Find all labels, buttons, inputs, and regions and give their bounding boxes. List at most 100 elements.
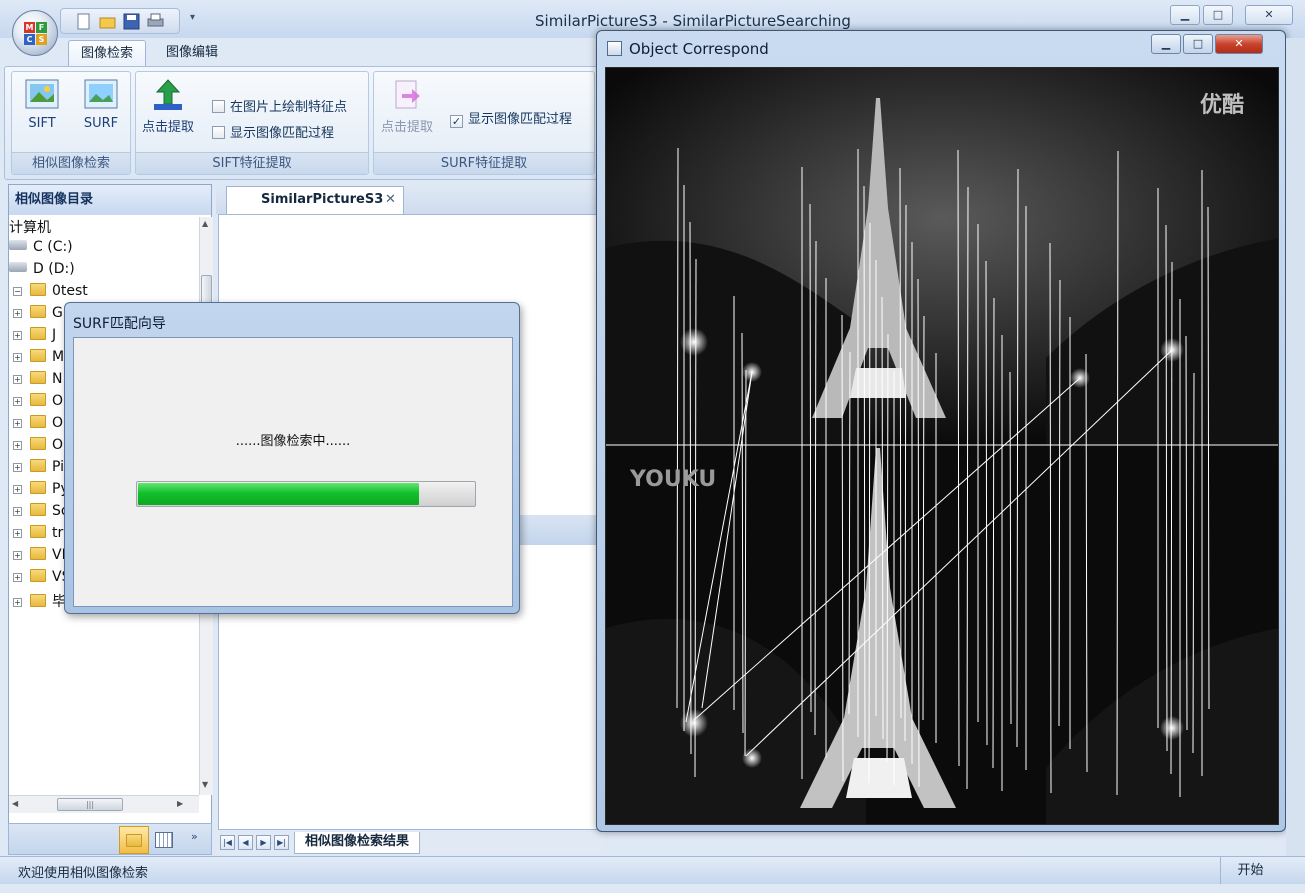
folder-icon <box>30 547 46 560</box>
status-text: 欢迎使用相似图像检索 <box>18 866 149 881</box>
folder-icon <box>30 305 46 318</box>
expand-toggle-icon[interactable]: + <box>13 463 22 472</box>
tree-item[interactable]: + O <box>13 393 63 409</box>
background-window-edge <box>1286 38 1305 856</box>
expand-toggle-icon[interactable]: + <box>13 441 22 450</box>
folder-icon <box>126 834 142 847</box>
surf-button[interactable]: SURF <box>76 78 126 131</box>
tree-item-label: D (D:) <box>33 261 75 277</box>
ribbon-panel: SIFT SURF 相似图像检索 点击提取 在图片上绘制特征点 显示图像匹配过程… <box>4 66 602 180</box>
surf-show-match-checkbox[interactable]: ✓ 显示图像匹配过程 <box>450 108 572 128</box>
tree-item[interactable]: + O <box>13 415 63 431</box>
sift-show-match-checkbox[interactable]: 显示图像匹配过程 <box>212 122 334 141</box>
expand-toggle-icon[interactable]: + <box>13 375 22 384</box>
last-page-icon[interactable]: ▶| <box>274 835 289 850</box>
more-icon[interactable]: » <box>191 830 198 843</box>
expand-toggle-icon[interactable]: + <box>13 551 22 560</box>
expand-toggle-icon[interactable]: + <box>13 353 22 362</box>
surf-button-label: SURF <box>83 116 119 131</box>
expand-toggle-icon[interactable]: + <box>13 309 22 318</box>
new-file-icon[interactable] <box>75 13 92 30</box>
start-button[interactable]: 开始 <box>1220 857 1280 884</box>
export-icon <box>390 78 424 112</box>
oc-close-button[interactable]: ✕ <box>1215 34 1263 54</box>
tree-item[interactable]: C (C:) <box>9 239 73 255</box>
folder-icon <box>30 371 46 384</box>
open-folder-icon[interactable] <box>99 13 116 30</box>
drive-icon <box>9 240 27 250</box>
object-correspond-window: Object Correspond ▁ □ ✕ 优酷 YOUKU <box>596 30 1286 832</box>
expand-toggle-icon[interactable]: + <box>13 573 22 582</box>
tree-item[interactable]: − 0test <box>13 283 88 299</box>
expand-toggle-icon[interactable]: + <box>13 331 22 340</box>
tab-image-edit[interactable]: 图像编辑 <box>154 40 230 68</box>
results-tab[interactable]: 相似图像检索结果 <box>294 832 421 854</box>
document-tab[interactable]: SimilarPictureS3 ✕ <box>226 186 404 214</box>
surf-extract-button[interactable]: 点击提取 <box>376 78 438 135</box>
scroll-down-icon[interactable]: ▼ <box>202 780 208 789</box>
sift-extract-button[interactable]: 点击提取 <box>138 78 198 135</box>
scroll-right-icon[interactable]: ▶ <box>177 799 183 808</box>
scroll-up-icon[interactable]: ▲ <box>202 219 208 228</box>
tree-item-label: 0test <box>52 283 88 299</box>
next-page-icon[interactable]: ▶ <box>256 835 271 850</box>
folder-view-button[interactable] <box>119 826 149 854</box>
checkbox-box[interactable] <box>212 126 225 139</box>
hscroll-thumb[interactable]: ||| <box>57 798 123 811</box>
image-search-icon <box>25 78 59 112</box>
tree-item[interactable]: + M <box>13 349 64 365</box>
group-surf: 点击提取 ✓ 显示图像匹配过程 SURF特征提取 <box>373 71 595 175</box>
expand-toggle-icon[interactable]: + <box>13 397 22 406</box>
tab-image-search[interactable]: 图像检索 <box>68 40 147 68</box>
calendar-icon[interactable] <box>155 832 173 848</box>
scroll-left-icon[interactable]: ◀ <box>12 799 18 808</box>
group-label-surf: SURF特征提取 <box>374 152 594 174</box>
object-window-title: Object Correspond <box>629 40 769 58</box>
expand-toggle-icon[interactable]: + <box>13 485 22 494</box>
dialog-body: ......图像检索中...... <box>73 337 513 607</box>
checkbox-box[interactable] <box>212 100 225 113</box>
tab-close-icon[interactable]: ✕ <box>385 187 396 213</box>
dialog-title: SURF匹配向导 <box>73 316 166 332</box>
app-title: SimilarPictureS3 - SimilarPictureSearchi… <box>535 12 851 30</box>
save-icon[interactable] <box>123 13 140 30</box>
tree-item-label: J <box>52 327 57 343</box>
print-icon[interactable] <box>147 13 164 30</box>
close-button[interactable]: ✕ <box>1245 5 1293 25</box>
prev-page-icon[interactable]: ◀ <box>238 835 253 850</box>
match-image-canvas: 优酷 YOUKU <box>605 67 1279 825</box>
folder-icon <box>30 525 46 538</box>
expand-toggle-icon[interactable]: + <box>13 507 22 516</box>
image-icon <box>84 78 118 112</box>
sift-button[interactable]: SIFT <box>20 78 64 131</box>
tree-item[interactable]: + G <box>13 305 63 321</box>
folder-icon <box>30 283 46 296</box>
expand-toggle-icon[interactable]: + <box>13 598 22 607</box>
oc-maximize-button[interactable]: □ <box>1183 34 1213 54</box>
expand-toggle-icon[interactable]: − <box>13 287 22 296</box>
first-page-icon[interactable]: |◀ <box>220 835 235 850</box>
tree-item-label: 计算机 <box>9 220 51 236</box>
minimize-button[interactable]: ▁ <box>1170 5 1200 25</box>
folder-icon <box>30 415 46 428</box>
oc-minimize-button[interactable]: ▁ <box>1151 34 1181 54</box>
dialog-message: ......图像检索中...... <box>235 434 351 449</box>
maximize-button[interactable]: □ <box>1203 5 1233 25</box>
application-orb[interactable]: M F C S <box>12 10 58 56</box>
expand-toggle-icon[interactable]: + <box>13 419 22 428</box>
group-sift: 点击提取 在图片上绘制特征点 显示图像匹配过程 SIFT特征提取 <box>135 71 369 175</box>
checkbox-box-checked[interactable]: ✓ <box>450 115 463 128</box>
tree-item[interactable]: + N <box>13 371 62 387</box>
qat-dropdown-icon[interactable]: ▾ <box>190 12 195 23</box>
expand-toggle-icon[interactable]: + <box>13 529 22 538</box>
watermark-top: 优酷 <box>1200 92 1244 118</box>
folder-icon <box>30 594 46 607</box>
folder-icon <box>30 481 46 494</box>
tree-item[interactable]: 计算机 <box>9 217 51 237</box>
tree-item[interactable]: D (D:) <box>9 261 75 277</box>
group-label-search: 相似图像检索 <box>12 152 130 174</box>
sift-draw-keypoints-checkbox[interactable]: 在图片上绘制特征点 <box>212 96 347 115</box>
directory-panel-title: 相似图像目录 <box>9 185 211 215</box>
tree-item[interactable]: + J <box>13 327 56 343</box>
horizontal-scrollbar[interactable]: ◀ ||| ▶ <box>9 795 199 813</box>
